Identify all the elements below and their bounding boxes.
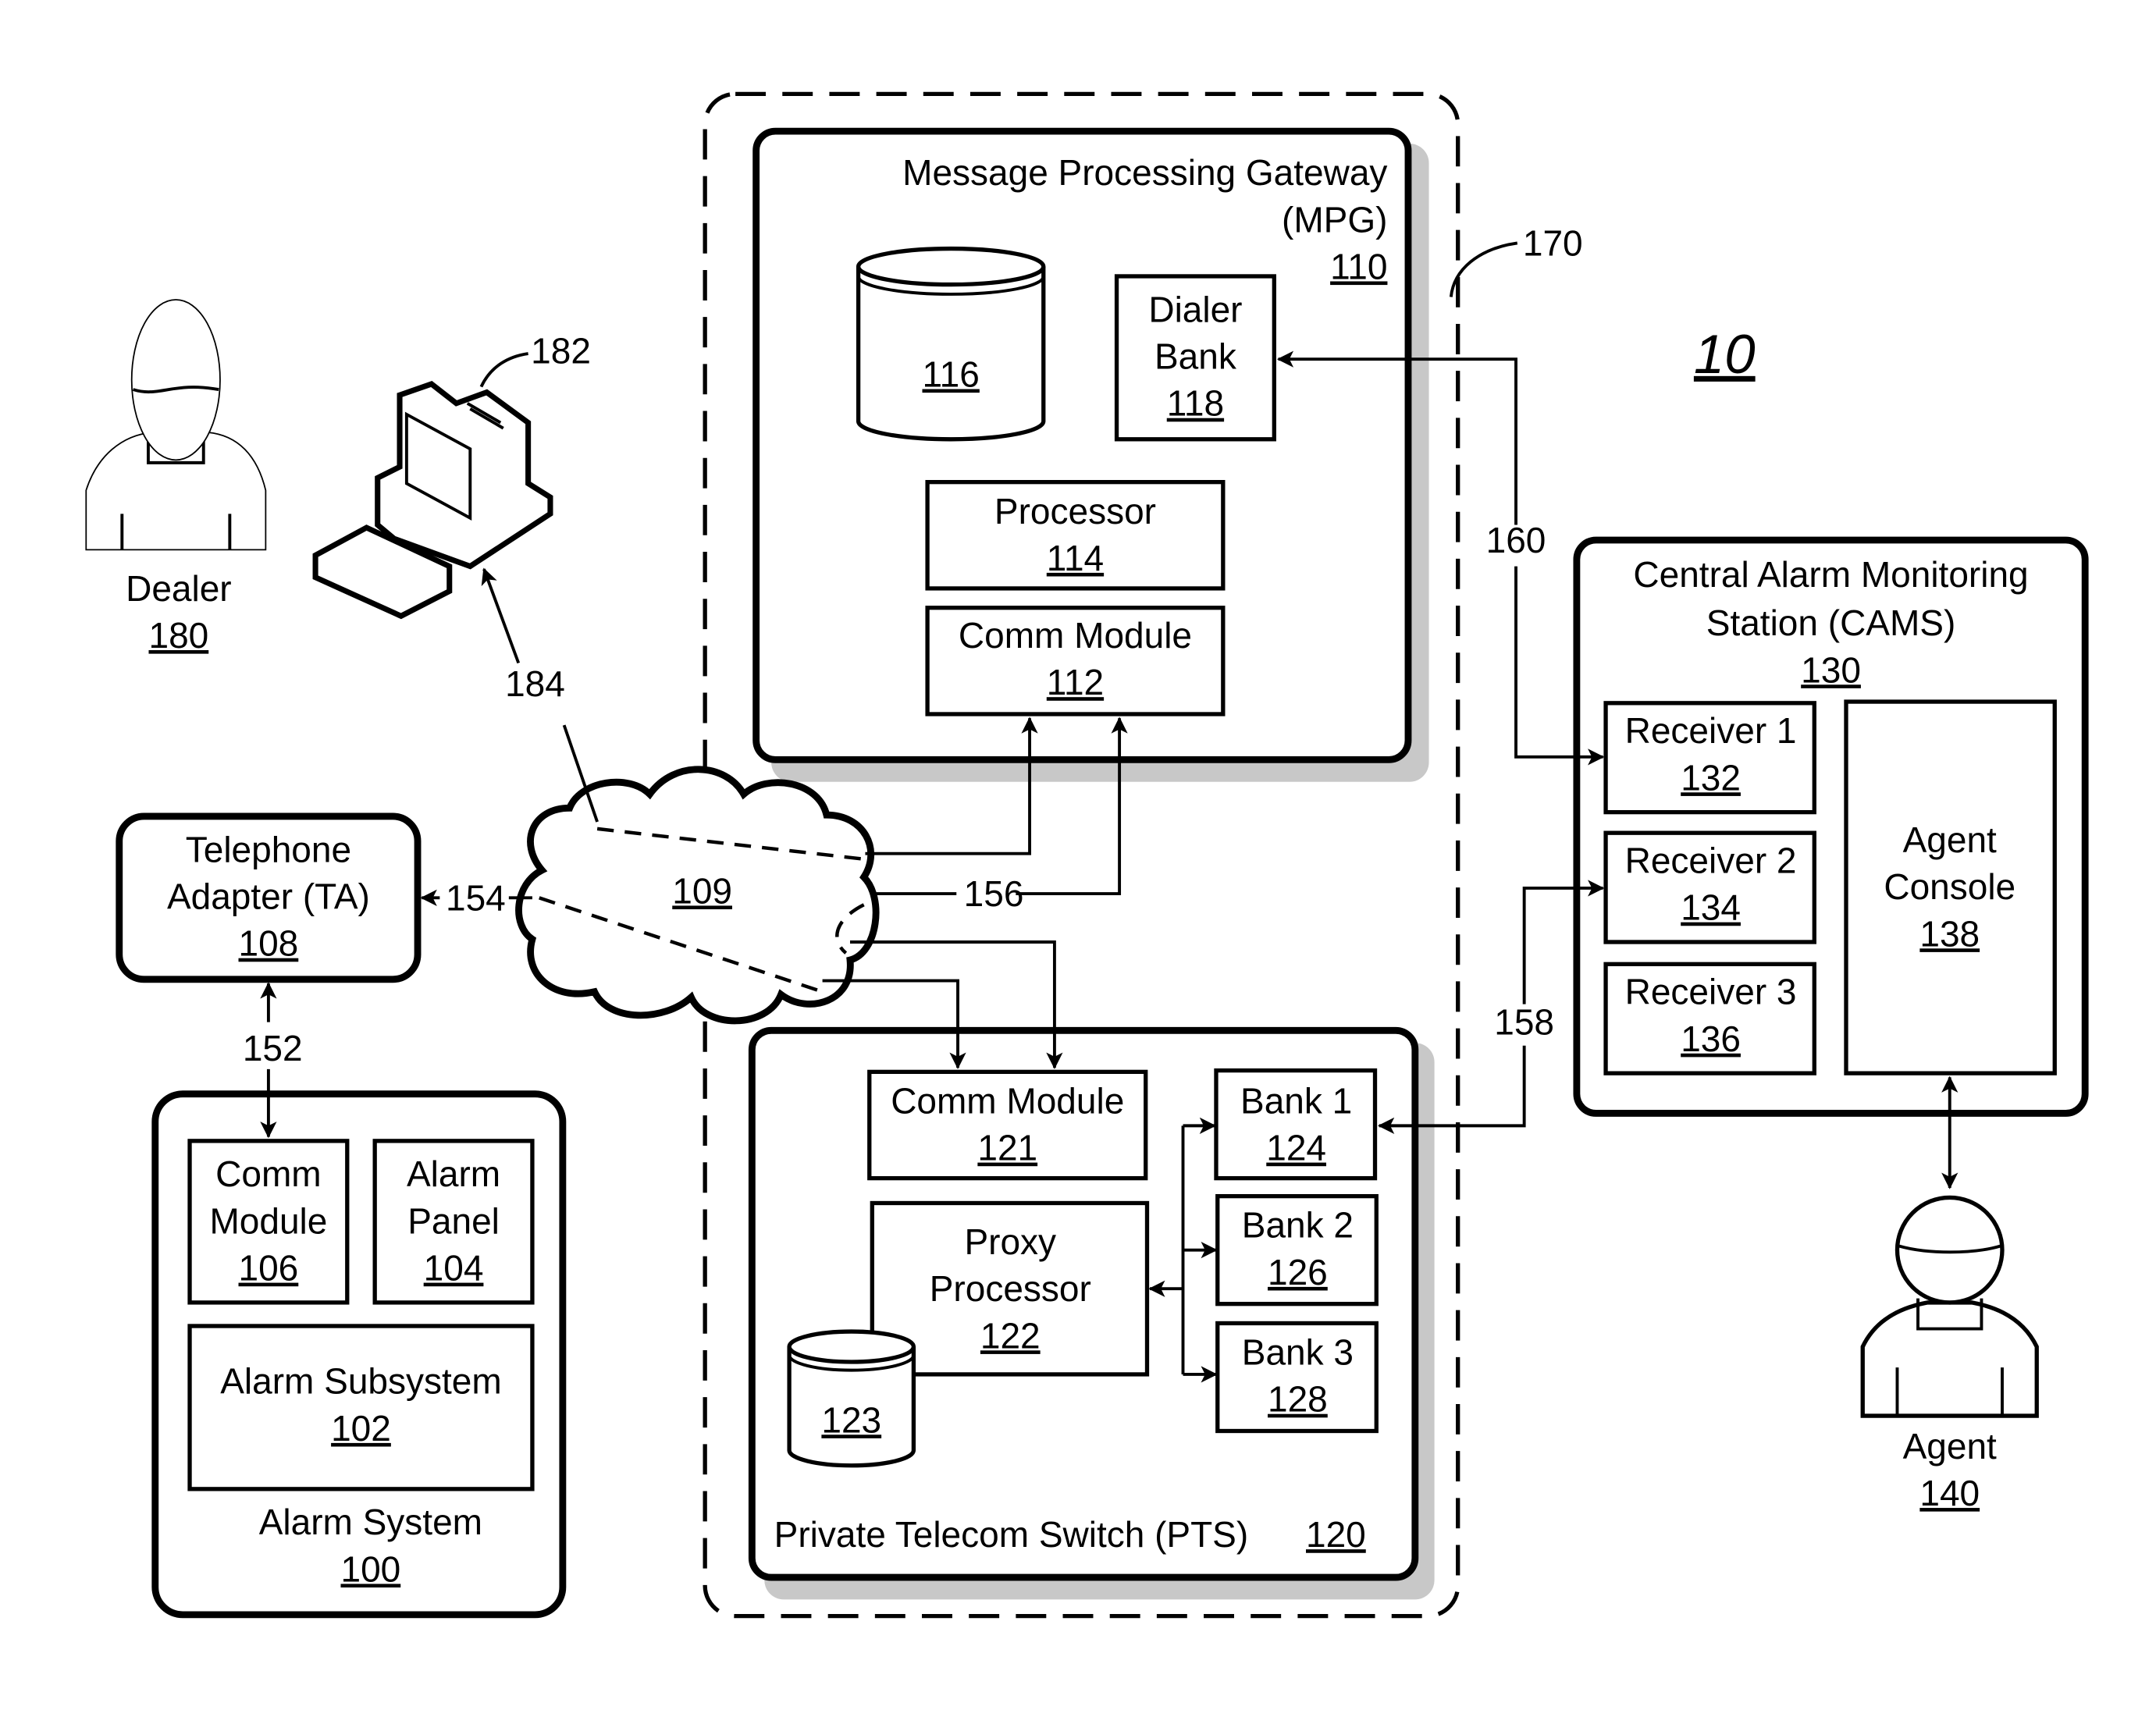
receiver-1-label: Receiver 1 [1625,710,1797,751]
mpg-comm-module: Comm Module 112 [925,606,1226,716]
database-ref: 116 [923,354,980,395]
bank-1-label: Bank 1 [1240,1080,1352,1121]
receiver-1: Receiver 1 132 [1603,701,1816,815]
receiver-3-ref: 136 [1681,1019,1741,1059]
conn-152-label: 152 [243,1028,303,1068]
pts-box: Private Telecom Switch (PTS) 120 Comm Mo… [748,1026,1435,1600]
receiver-2: Receiver 2 134 [1603,830,1816,944]
bank-3-ref: 128 [1268,1379,1328,1420]
conn-184-upper [481,567,521,664]
bank-1: Bank 1 124 [1214,1068,1378,1181]
bank-3-label: Bank 3 [1242,1332,1354,1373]
alarm-panel-ref: 104 [424,1248,484,1289]
mpg-comm-module-ref: 112 [1047,662,1104,702]
receiver-2-label: Receiver 2 [1625,841,1797,881]
boundary-ref: 170 [1523,222,1583,263]
agent-console-line2: Console [1884,866,2015,907]
alarm-panel-line1: Alarm [407,1154,500,1194]
bank-1-ref: 124 [1266,1128,1326,1168]
database-body [856,266,1046,442]
alarm-comm-module-ref: 106 [239,1248,299,1289]
alarm-comm-module-line2: Module [209,1200,327,1241]
dialer-bank: Dialer Bank 118 [1114,274,1276,442]
alarm-subsystem: Alarm Subsystem 102 [187,1324,535,1491]
ta-ref: 108 [239,923,299,964]
mpg-comm-module-label: Comm Module [959,615,1192,656]
agent-console-ref: 138 [1919,913,1980,954]
proxy-processor-line2: Processor [930,1268,1091,1309]
mpg-title-line1: Message Processing Gateway [902,152,1387,193]
agent-body [1860,1300,2039,1418]
dealer-head [130,299,221,461]
processor: Processor 114 [925,480,1226,591]
database-123-top [787,1329,916,1364]
figure-number: 10 [1694,324,1756,386]
agent-ref: 140 [1919,1473,1980,1513]
agent-console-line1: Agent [1903,819,1997,860]
bank-2: Bank 2 126 [1215,1193,1379,1306]
cloud-ref: 109 [672,870,732,911]
receiver-2-ref: 134 [1681,887,1741,928]
alarm-system-ref: 100 [340,1548,400,1589]
receiver-3: Receiver 3 136 [1603,962,1816,1075]
proxy-processor-ref: 122 [980,1315,1041,1356]
processor-ref: 114 [1047,538,1104,578]
mpg-title-line2: (MPG) [1282,199,1387,240]
computer-icon[interactable]: 182 [312,330,591,620]
dealer-label: Dealer [126,568,232,609]
conn-154-label: 154 [446,877,506,918]
cams-title-line1: Central Alarm Monitoring [1633,554,2028,595]
receiver-1-ref: 132 [1681,757,1741,798]
database-123: 123 [787,1329,916,1468]
alarm-subsystem-ref: 102 [331,1408,391,1449]
agent-console: Agent Console 138 [1844,699,2057,1075]
boundary-leader-line [1449,241,1518,297]
conn-160-label: 160 [1486,520,1546,560]
database-top [856,246,1046,287]
alarm-comm-module-line1: Comm [215,1154,321,1194]
computer-ref: 182 [531,330,591,371]
pts-title: Private Telecom Switch (PTS) [774,1514,1249,1555]
proxy-processor-line1: Proxy [964,1221,1056,1262]
ta-line1: Telephone [186,829,351,869]
conn-156-label: 156 [964,873,1024,914]
pts-ref: 120 [1306,1514,1366,1555]
agent-person-icon: Agent 140 [1860,1075,2039,1513]
alarm-comm-module: Comm Module 106 [187,1139,350,1305]
database-116: 116 [856,246,1046,442]
dialer-bank-line2: Bank [1154,336,1237,377]
dialer-bank-line1: Dialer [1148,289,1242,329]
alarm-panel: Alarm Panel 104 [372,1139,535,1305]
pts-comm-module: Comm Module 121 [867,1069,1148,1181]
mpg-box: Message Processing Gateway (MPG) 110 116… [752,127,1429,782]
database-123-ref: 123 [821,1399,881,1440]
cams-ref: 130 [1801,649,1861,690]
alarm-system: Comm Module 106 Alarm Panel 104 Alarm Su… [151,1090,567,1619]
receiver-3-label: Receiver 3 [1625,972,1797,1012]
alarm-subsystem-label: Alarm Subsystem [220,1361,501,1402]
alarm-system-title: Alarm System [259,1502,482,1542]
pts-comm-module-ref: 121 [977,1128,1037,1168]
conn-184-label: 184 [505,663,565,704]
system-diagram: 10 170 Message Processing Gateway (MPG) … [85,91,2089,1619]
cams-title-line2: Station (CAMS) [1706,603,1956,643]
computer-tower [375,381,553,570]
telephone-adapter: Telephone Adapter (TA) 108 [116,812,422,983]
mpg-ref: 110 [1330,246,1387,286]
dealer-person-icon: Dealer 180 [85,299,267,656]
bank-2-label: Bank 2 [1242,1205,1354,1246]
bank-3: Bank 3 128 [1215,1321,1379,1434]
ta-line2: Adapter (TA) [167,876,370,917]
network-cloud: 109 [515,766,880,1025]
cams-box: Central Alarm Monitoring Station (CAMS) … [1573,536,2089,1117]
dealer-ref: 180 [148,615,208,656]
pts-comm-module-label: Comm Module [891,1080,1124,1121]
dialer-bank-ref: 118 [1167,383,1224,424]
computer-leader-line [479,352,528,388]
agent-label: Agent [1903,1426,1997,1466]
alarm-panel-line2: Panel [407,1200,500,1241]
bank-2-ref: 126 [1268,1252,1328,1292]
processor-label: Processor [994,491,1156,531]
conn-158-label: 158 [1494,1002,1554,1043]
